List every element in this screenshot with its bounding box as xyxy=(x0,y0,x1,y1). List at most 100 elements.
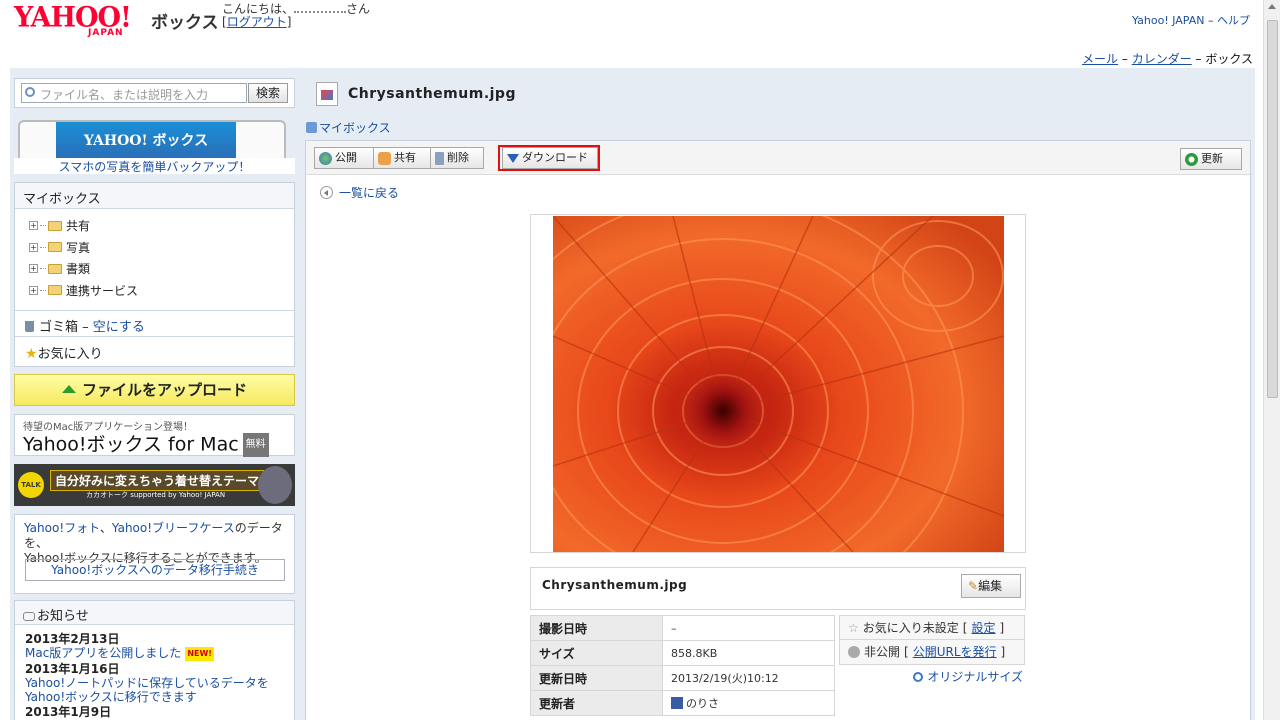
photo-folder-icon xyxy=(48,242,62,253)
yahoo-japan-link[interactable]: Yahoo! JAPAN xyxy=(1132,14,1205,27)
tree-label: 写真 xyxy=(66,240,91,255)
set-favorite-link[interactable]: 設定 xyxy=(971,616,995,640)
breadcrumb: マイボックス xyxy=(306,119,391,136)
kakao-banner-title: 自分好みに変えちゃう着せ替えテーマ xyxy=(50,470,265,491)
kakao-banner-sub: カカオトーク supported by Yahoo! JAPAN xyxy=(86,491,226,499)
migration-button[interactable]: Yahoo!ボックスへのデータ移行手続き xyxy=(25,559,285,581)
table-row: 更新日時 2013/2/19(火)10:12 xyxy=(530,665,835,691)
mybox-icon xyxy=(306,122,317,133)
mac-app-banner[interactable]: 待望のMac版アプリケーション登場！ Yahoo!ボックス for Mac 無料 xyxy=(14,414,295,457)
search-button[interactable]: 検索 xyxy=(248,83,288,103)
mac-banner-text: Yahoo!ボックス for Mac xyxy=(23,433,239,456)
image-file-name: Chrysanthemum.jpg xyxy=(542,578,688,592)
promo-caption[interactable]: スマホの写真を簡単バックアップ！ xyxy=(14,158,295,174)
issue-public-url-link[interactable]: 公開URLを発行 xyxy=(913,640,997,664)
kakaotalk-banner[interactable]: TALK 自分好みに変えちゃう着せ替えテーマ カカオトーク supported … xyxy=(14,464,295,506)
help-link[interactable]: ヘルプ xyxy=(1217,14,1250,27)
meta-value: – xyxy=(662,615,835,641)
news-link[interactable]: Yahoo!ノートパッドに保存しているデータをYahoo!ボックスに移行できます xyxy=(25,676,284,704)
mac-banner-subtitle: 待望のMac版アプリケーション登場！ xyxy=(23,422,194,433)
public-status-row: 非公開[公開URLを発行] xyxy=(839,640,1025,665)
expand-icon[interactable]: + xyxy=(29,242,38,252)
kakaotalk-logo-icon: TALK xyxy=(18,472,44,498)
search-input[interactable]: ファイル名、または説明を入力 xyxy=(21,83,247,103)
mac-banner-title: Yahoo!ボックス for Mac 無料 xyxy=(23,433,286,457)
calendar-link[interactable]: カレンダー xyxy=(1132,52,1192,66)
zoom-icon xyxy=(913,672,924,682)
public-button[interactable]: 公開 xyxy=(314,147,374,169)
original-size-link[interactable]: オリジナルサイズ xyxy=(839,665,1025,690)
share-button[interactable]: 共有 xyxy=(373,147,431,169)
meta-key: 撮影日時 xyxy=(530,615,663,641)
table-row: 更新者 のりさ xyxy=(530,690,835,716)
image-name-bar: Chrysanthemum.jpg ✎編集 xyxy=(530,567,1026,610)
updater-name: のりさ xyxy=(686,697,719,710)
migration-panel: Yahoo!フォト、Yahoo!ブリーフケースのデータを、 Yahoo!ボックス… xyxy=(14,514,295,594)
vertical-scrollbar[interactable] xyxy=(1263,0,1280,720)
search-box: ファイル名、または説明を入力 検索 xyxy=(14,78,295,108)
folder-icon xyxy=(48,285,62,296)
trash-icon xyxy=(435,151,444,165)
tree-item-linked-services[interactable]: + 連携サービス xyxy=(29,280,294,302)
upload-button[interactable]: ファイルをアップロード xyxy=(14,374,295,406)
free-badge: 無料 xyxy=(242,433,269,457)
delete-button[interactable]: 削除 xyxy=(430,147,484,169)
expand-icon[interactable]: + xyxy=(29,221,38,231)
tree-item-documents[interactable]: + 書類 xyxy=(29,258,294,280)
refresh-button[interactable]: 更新 xyxy=(1180,148,1242,170)
yahoo-photo-link[interactable]: Yahoo!フォト xyxy=(24,521,100,535)
favorites-row[interactable]: ★お気に入り xyxy=(15,336,294,366)
meta-value: 858.8KB xyxy=(662,640,835,666)
empty-trash-link[interactable]: 空にする xyxy=(93,320,145,335)
yahoo-logo[interactable]: YAHOO! JAPAN xyxy=(14,1,144,40)
mybox-panel: マイボックス + 共有 + 写真 + 書類 + 連携サービス ゴミ箱 – 空にする ★お… xyxy=(14,182,295,367)
breadcrumb-mybox[interactable]: マイボックス xyxy=(319,121,391,135)
meta-key: 更新日時 xyxy=(530,665,663,691)
news-date: 2013年1月16日 xyxy=(25,661,120,676)
fav-status: お気に入り未設定 xyxy=(862,620,959,635)
file-title: Chrysanthemum.jpg xyxy=(348,86,516,102)
news-list: 2013年2月13日 Mac版アプリを公開しました NEW! 2013年1月16日… xyxy=(15,625,294,720)
scroll-thumb[interactable] xyxy=(1267,20,1278,398)
briefcase-link[interactable]: Yahoo!ブリーフケース xyxy=(112,521,235,535)
folder-tree: + 共有 + 写真 + 書類 + 連携サービス xyxy=(15,209,294,301)
edit-button[interactable]: ✎編集 xyxy=(961,574,1021,598)
search-placeholder: ファイル名、または説明を入力 xyxy=(40,88,209,102)
separator: – xyxy=(1118,52,1132,66)
star-icon: ★ xyxy=(25,346,38,362)
refresh-label: 更新 xyxy=(1201,152,1223,165)
news-date: 2013年1月9日 xyxy=(25,704,112,719)
back-to-list[interactable]: 一覧に戻る xyxy=(320,184,399,201)
news-item: Mac版アプリを公開しました NEW! xyxy=(25,646,284,661)
mybox-title[interactable]: マイボックス xyxy=(15,183,294,209)
greeting: こんにちは、 さん [ログアウト] xyxy=(222,2,371,29)
tree-item-photos[interactable]: + 写真 xyxy=(29,237,294,259)
shared-folder-icon xyxy=(48,220,62,231)
chrysanthemum-image xyxy=(553,216,1004,552)
edit-label: 編集 xyxy=(978,579,1003,593)
upload-label: ファイルをアップロード xyxy=(81,381,247,399)
toolbar: 公開 共有 削除 ダウンロード 更新 xyxy=(306,141,1250,175)
trash-link[interactable]: ゴミ箱 xyxy=(39,320,78,335)
expand-icon[interactable]: + xyxy=(29,285,38,295)
tree-label: 連携サービス xyxy=(66,283,139,298)
logout-link[interactable]: ログアウト xyxy=(227,15,287,29)
logo-text: YAHOO! xyxy=(14,1,132,34)
meta-value: のりさ xyxy=(662,690,835,716)
download-highlight xyxy=(498,145,600,171)
mail-link[interactable]: メール xyxy=(1082,52,1118,66)
back-label: 一覧に戻る xyxy=(339,186,400,200)
logo-sub: JAPAN xyxy=(88,28,124,38)
separator: – xyxy=(1191,52,1206,66)
news-link[interactable]: Mac版アプリを公開しました xyxy=(25,646,181,660)
tree-item-shared[interactable]: + 共有 xyxy=(29,215,294,237)
top-links: Yahoo! JAPAN – ヘルプ xyxy=(1132,12,1250,28)
greeting-text: こんにちは、 xyxy=(222,2,295,16)
expand-icon[interactable]: + xyxy=(29,264,38,274)
image-preview[interactable] xyxy=(553,216,1004,552)
delete-label: 削除 xyxy=(447,151,469,164)
news-panel: お知らせ 2013年2月13日 Mac版アプリを公開しました NEW! 2013年… xyxy=(14,600,295,720)
new-badge: NEW! xyxy=(185,646,214,661)
smartphone-promo-banner[interactable]: YAHOO! ボックス スマホの写真を簡単バックアップ！ xyxy=(14,116,295,174)
scroll-up-icon[interactable] xyxy=(1268,4,1276,9)
